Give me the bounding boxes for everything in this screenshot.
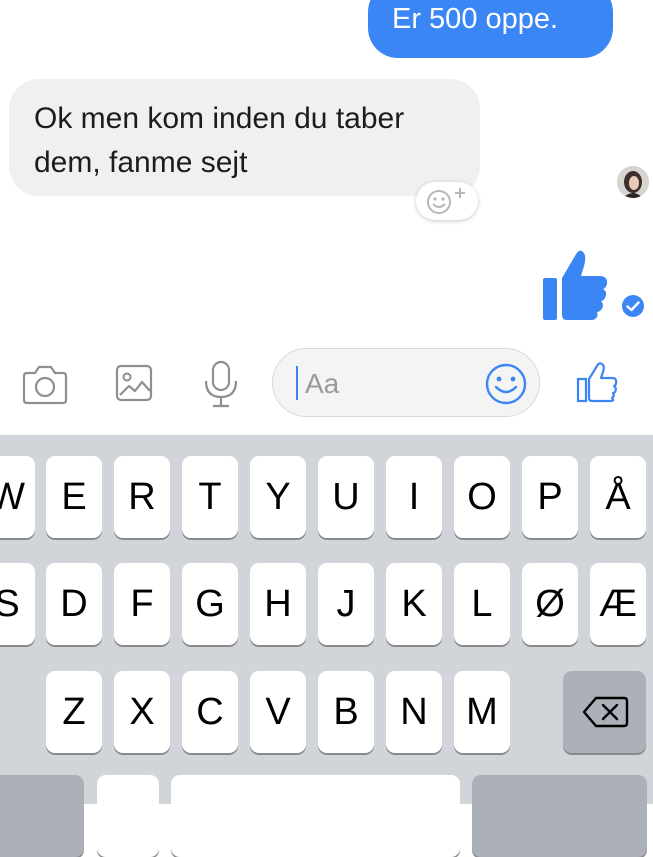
- key-c[interactable]: C: [182, 671, 238, 753]
- key-j[interactable]: J: [318, 563, 374, 645]
- key-o[interactable]: O: [454, 456, 510, 538]
- key-l[interactable]: L: [454, 563, 510, 645]
- key-y[interactable]: Y: [250, 456, 306, 538]
- key-h[interactable]: H: [250, 563, 306, 645]
- outgoing-message-text: Er 500 oppe.: [392, 3, 559, 35]
- key-b[interactable]: B: [318, 671, 374, 753]
- backspace-key[interactable]: [563, 671, 646, 753]
- dictation-key[interactable]: [97, 775, 159, 857]
- space-key[interactable]: [171, 775, 460, 857]
- add-reaction-icon: [427, 188, 465, 214]
- message-input-placeholder: Aa: [305, 368, 340, 399]
- like-sticker-icon[interactable]: [541, 248, 611, 322]
- emoji-icon[interactable]: [484, 362, 528, 406]
- key-oe[interactable]: Ø: [522, 563, 578, 645]
- key-n[interactable]: N: [386, 671, 442, 753]
- key-x[interactable]: X: [114, 671, 170, 753]
- key-z[interactable]: Z: [46, 671, 102, 753]
- microphone-icon[interactable]: [202, 359, 240, 409]
- read-receipt-icon: [622, 295, 644, 317]
- key-p[interactable]: P: [522, 456, 578, 538]
- key-f[interactable]: F: [114, 563, 170, 645]
- outgoing-message-bubble[interactable]: Er 500 oppe.: [368, 0, 613, 58]
- key-r[interactable]: R: [114, 456, 170, 538]
- key-e[interactable]: E: [46, 456, 102, 538]
- image-icon[interactable]: [114, 363, 154, 403]
- avatar[interactable]: [617, 166, 649, 198]
- key-m[interactable]: M: [454, 671, 510, 753]
- add-reaction-button[interactable]: [416, 182, 478, 220]
- incoming-message-bubble[interactable]: Ok men kom inden du taber dem, fanme sej…: [9, 79, 480, 196]
- key-i[interactable]: I: [386, 456, 442, 538]
- key-ae[interactable]: Æ: [590, 563, 646, 645]
- emoji-keyboard-key[interactable]: [0, 775, 84, 857]
- key-w[interactable]: W: [0, 456, 35, 538]
- message-input[interactable]: Aa: [272, 348, 540, 417]
- key-g[interactable]: G: [182, 563, 238, 645]
- key-s[interactable]: S: [0, 563, 35, 645]
- keyboard: W E R T Y U I O P Å S D F G H J K L Ø Æ …: [0, 435, 653, 857]
- incoming-message-text: Ok men kom inden du taber dem, fanme sej…: [34, 102, 405, 179]
- backspace-icon: [582, 696, 628, 728]
- key-d[interactable]: D: [46, 563, 102, 645]
- like-icon[interactable]: [575, 361, 619, 403]
- key-k[interactable]: K: [386, 563, 442, 645]
- key-u[interactable]: U: [318, 456, 374, 538]
- return-key[interactable]: [472, 775, 647, 857]
- text-caret: [296, 366, 298, 400]
- camera-icon[interactable]: [20, 364, 70, 406]
- key-t[interactable]: T: [182, 456, 238, 538]
- key-aa[interactable]: Å: [590, 456, 646, 538]
- key-v[interactable]: V: [250, 671, 306, 753]
